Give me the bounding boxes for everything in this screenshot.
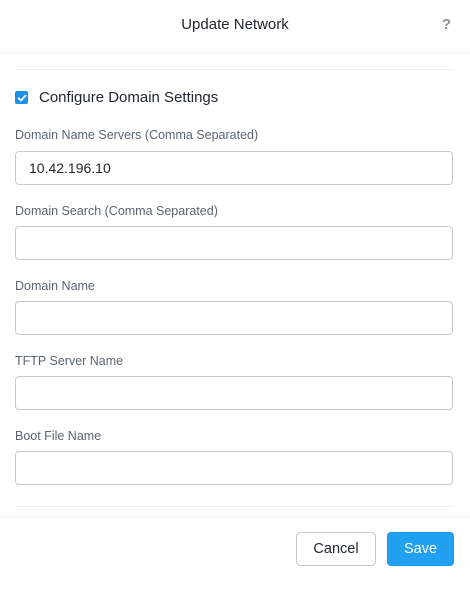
boot-file-input[interactable] — [15, 451, 453, 485]
dialog-title: Update Network — [181, 16, 289, 33]
domain-name-input[interactable] — [15, 301, 453, 335]
checkmark-icon — [17, 94, 26, 101]
section-divider-top — [15, 69, 454, 70]
configure-domain-settings-checkbox[interactable] — [15, 91, 28, 104]
tftp-server-label: TFTP Server Name — [15, 354, 124, 368]
dns-input[interactable] — [15, 151, 453, 185]
tftp-server-input[interactable] — [15, 376, 453, 410]
dns-label: Domain Name Servers (Comma Separated) — [15, 128, 259, 142]
footer-divider — [0, 516, 470, 517]
domain-name-label: Domain Name — [15, 279, 95, 293]
update-network-dialog: Update Network ? Configure Domain Settin… — [0, 0, 470, 589]
save-button[interactable]: Save — [387, 532, 454, 566]
help-icon[interactable]: ? — [442, 16, 451, 33]
configure-domain-settings-label: Configure Domain Settings — [39, 89, 219, 106]
section-divider-bottom — [15, 506, 454, 507]
boot-file-label: Boot File Name — [15, 429, 102, 443]
configure-domain-settings-toggle[interactable]: Configure Domain Settings — [15, 89, 218, 106]
dialog-header: Update Network ? — [0, 0, 470, 53]
domain-search-input[interactable] — [15, 226, 453, 260]
cancel-button[interactable]: Cancel — [296, 532, 376, 566]
domain-search-label: Domain Search (Comma Separated) — [15, 204, 218, 218]
